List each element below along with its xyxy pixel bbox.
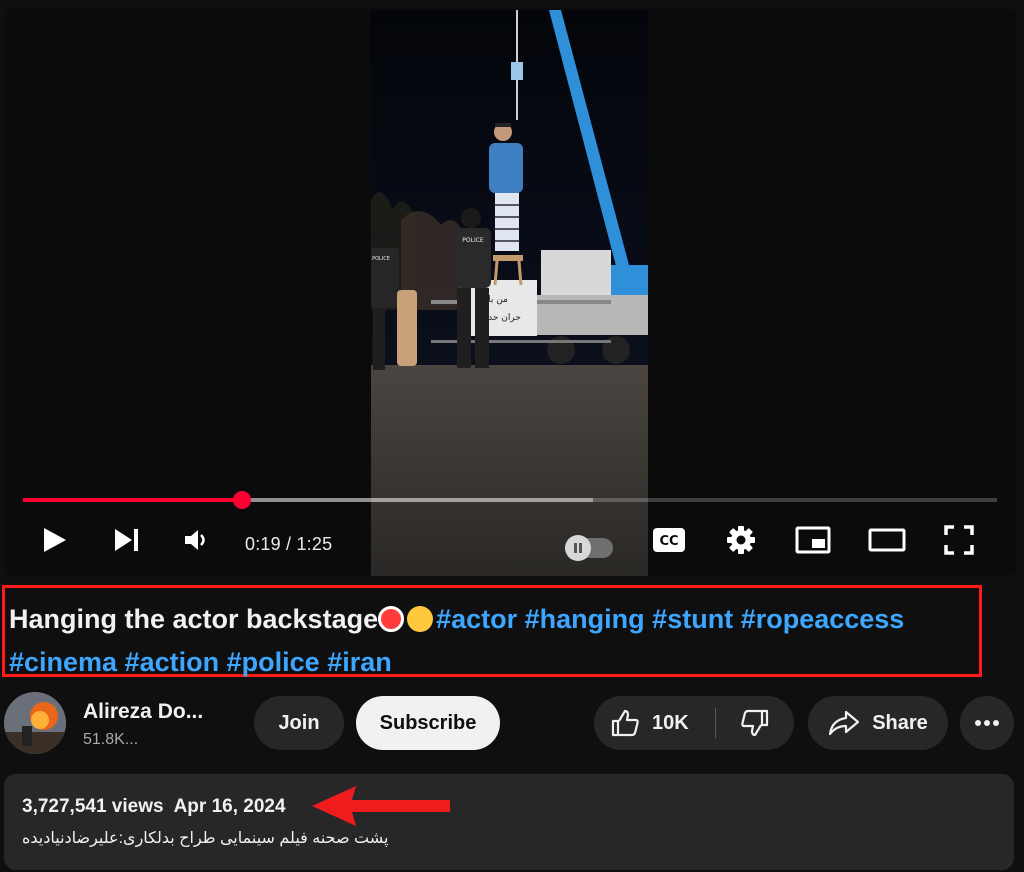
title-text: Hanging the actor backstage <box>9 604 379 634</box>
captions-icon: CC <box>653 528 685 552</box>
hashtag-link[interactable]: #stunt <box>652 604 733 634</box>
video-title: Hanging the actor backstage #actor #hangi… <box>9 598 977 684</box>
miniplayer-button[interactable] <box>793 522 833 558</box>
settings-button[interactable] <box>721 522 761 558</box>
view-count: 3,727,541 views <box>22 796 164 817</box>
play-icon <box>44 528 66 552</box>
autoplay-knob <box>565 535 591 561</box>
hashtag-link[interactable]: #actor <box>436 604 517 634</box>
fullscreen-icon <box>944 525 974 555</box>
channel-name[interactable]: Alireza Do... <box>83 700 203 724</box>
description-text: پشت صحنه فیلم سینمایی طراح بدلکاری:علیرض… <box>22 830 389 847</box>
join-button[interactable]: Join <box>254 696 344 750</box>
time-display: 0:19 / 1:25 <box>245 534 332 555</box>
theater-icon <box>868 528 906 552</box>
video-scene: من با حران حدوده POLICE POLICE <box>371 10 648 576</box>
next-icon <box>115 529 138 551</box>
more-icon <box>975 720 999 726</box>
share-icon <box>829 710 860 736</box>
description-box[interactable]: 3,727,541 views Apr 16, 2024 پشت صحنه فیل… <box>4 774 1014 870</box>
fullscreen-button[interactable] <box>939 522 979 558</box>
settings-icon <box>727 526 755 554</box>
volume-button[interactable] <box>177 522 217 558</box>
captions-button[interactable]: CC <box>649 522 689 558</box>
police-label-2: POLICE <box>372 256 390 262</box>
channel-avatar[interactable] <box>4 692 66 754</box>
player-controls: 0:19 / 1:25 CC <box>5 516 1017 564</box>
progress-bar[interactable] <box>23 491 997 509</box>
share-button[interactable]: Share <box>808 696 948 750</box>
next-button[interactable] <box>107 522 147 558</box>
view-stats: 3,727,541 views Apr 16, 2024 <box>22 796 296 818</box>
duration: 1:25 <box>296 534 333 554</box>
subscribe-button[interactable]: Subscribe <box>356 696 500 750</box>
captions-label: CC <box>659 534 678 549</box>
hashtag-link[interactable]: #action <box>125 647 220 677</box>
autoplay-toggle[interactable] <box>565 535 613 561</box>
fearful-face-emoji <box>407 606 434 632</box>
hashtag-link[interactable]: #hanging <box>525 604 645 634</box>
pause-icon <box>574 543 582 553</box>
hashtag-link[interactable]: #iran <box>327 647 392 677</box>
thumbs-up-icon <box>611 709 639 737</box>
theater-button[interactable] <box>867 522 907 558</box>
annotation-arrow <box>312 786 450 826</box>
subscriber-count: 51.8K... <box>83 731 139 748</box>
police-label: POLICE <box>462 237 484 244</box>
like-dislike-group: 10K <box>594 696 794 750</box>
no-under-18-emoji <box>378 606 405 632</box>
dislike-button[interactable] <box>716 696 794 750</box>
like-button[interactable]: 10K <box>594 696 715 750</box>
like-count: 10K <box>652 711 689 734</box>
avatar-image <box>4 692 66 754</box>
play-button[interactable] <box>35 522 75 558</box>
share-label: Share <box>872 711 928 734</box>
volume-icon <box>185 530 205 550</box>
time-separator: / <box>280 534 297 554</box>
hashtag-link[interactable]: #ropeaccess <box>741 604 905 634</box>
progress-played <box>23 498 243 502</box>
thumbs-down-icon <box>741 709 769 737</box>
upload-date: Apr 16, 2024 <box>173 796 286 817</box>
banner-text-1: من با <box>488 295 508 305</box>
hashtag-link[interactable]: #police <box>227 647 320 677</box>
progress-scrubber[interactable] <box>233 491 252 509</box>
video-frame[interactable]: من با حران حدوده POLICE POLICE <box>371 10 648 576</box>
hashtag-link[interactable]: #cinema <box>9 647 117 677</box>
title-highlight-box: Hanging the actor backstage #actor #hangi… <box>2 585 982 677</box>
video-player[interactable]: من با حران حدوده POLICE POLICE 0:19 / 1:… <box>5 8 1017 576</box>
current-time: 0:19 <box>245 534 281 554</box>
miniplayer-icon <box>795 526 831 554</box>
more-actions-button[interactable] <box>960 696 1014 750</box>
